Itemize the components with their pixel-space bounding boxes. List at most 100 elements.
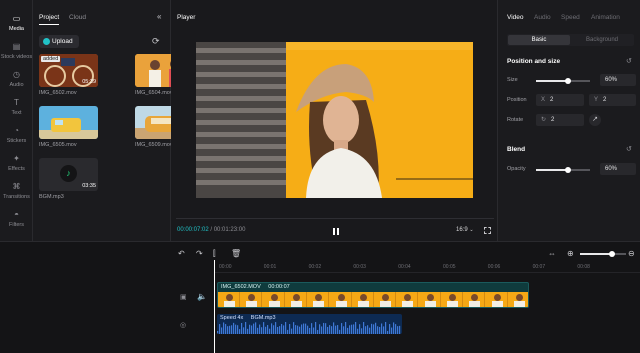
added-badge: added xyxy=(41,56,61,62)
playback-progress-track[interactable] xyxy=(176,218,494,219)
aspect-ratio-select[interactable]: 16:9 ⌄ xyxy=(456,227,474,233)
player-panel: Player 00:00:07:02 / 00:01:23:00 16:9 ⌄ xyxy=(171,0,498,241)
media-item-bgm[interactable]: ♪ 03:35 xyxy=(39,158,98,191)
video-clip[interactable]: IMG_6502.MOV 00:00:07 xyxy=(217,282,529,308)
upload-label: Upload xyxy=(52,38,73,45)
blend-reset-icon[interactable]: ↺ xyxy=(626,145,632,153)
video-clip-header: IMG_6502.MOV 00:00:07 xyxy=(221,284,290,290)
rotate-dial-icon[interactable]: ↗ xyxy=(589,114,601,126)
audio-clip-speed: Speed 4x xyxy=(220,315,244,321)
media-item-img-6502[interactable]: added 05:39 xyxy=(39,54,98,87)
position-y-value: 2 xyxy=(603,97,607,103)
tab-cloud[interactable]: Cloud xyxy=(69,14,86,21)
time-tick: 00:00 xyxy=(219,264,232,270)
size-slider-fill xyxy=(536,80,569,82)
media-item-name: IMG_6504.mov xyxy=(135,90,173,96)
rail-item-filters[interactable]: ◓ Filters xyxy=(0,210,33,236)
opacity-slider-knob[interactable] xyxy=(565,167,572,173)
opacity-slider[interactable] xyxy=(536,167,590,173)
total-time: / 00:01:23:00 xyxy=(210,227,246,233)
preview-image xyxy=(196,42,473,198)
filmstrip-frame xyxy=(351,292,374,307)
filmstrip-frame xyxy=(374,292,397,307)
rail-item-label: Stock videos xyxy=(0,54,33,60)
stock-videos-icon: ▤ xyxy=(12,42,21,51)
volume-icon[interactable]: 🔈 xyxy=(197,292,207,301)
transitions-icon: ⌘ xyxy=(12,182,21,191)
reset-icon[interactable]: ↺ xyxy=(626,57,632,65)
media-item-img-6505[interactable] xyxy=(39,106,98,139)
time-tick: 00:04 xyxy=(398,264,411,270)
text-icon: T xyxy=(14,98,19,107)
subtab-basic[interactable]: Basic xyxy=(508,35,570,45)
filmstrip-frame xyxy=(284,292,307,307)
video-clip-time: 00:00:07 xyxy=(268,284,290,290)
delete-icon[interactable]: 🗑 xyxy=(231,249,241,258)
timeline: ↶ ↷ ⫿ 🗑 ⇔ ⊕ ⊖ 00:00 00:01 00:02 00:03 00:04 0… xyxy=(0,241,640,353)
media-icon: ▭ xyxy=(12,14,21,23)
filmstrip-frame xyxy=(396,292,419,307)
rotate-label: Rotate xyxy=(507,117,524,123)
time-tick: 00:05 xyxy=(443,264,456,270)
filmstrip-frame xyxy=(262,292,285,307)
position-size-title: Position and size xyxy=(507,58,561,65)
filmstrip-frame xyxy=(218,292,240,307)
pause-icon[interactable] xyxy=(332,227,340,236)
player-title: Player xyxy=(177,14,196,21)
size-slider[interactable] xyxy=(536,78,590,84)
subtab-background[interactable]: Background xyxy=(571,35,633,45)
size-field[interactable]: 60% xyxy=(600,74,636,86)
zoom-slider[interactable] xyxy=(580,251,626,257)
video-filmstrip xyxy=(218,292,528,307)
fullscreen-icon[interactable] xyxy=(484,227,491,234)
playhead[interactable] xyxy=(214,260,215,353)
rail-item-stickers[interactable]: ◔ Stickers xyxy=(0,126,33,152)
redo-icon[interactable]: ↷ xyxy=(196,249,203,258)
subtab-group: Basic Background xyxy=(507,34,634,46)
tab-audio[interactable]: Audio xyxy=(534,14,551,21)
rail-item-transitions[interactable]: ⌘ Transitions xyxy=(0,182,33,208)
rotate-field[interactable]: ↻ 2 xyxy=(536,114,584,126)
undo-icon[interactable]: ↶ xyxy=(178,249,185,258)
video-clip-name: IMG_6502.MOV xyxy=(221,284,261,290)
tab-video[interactable]: Video xyxy=(507,14,524,21)
filmstrip-frame xyxy=(307,292,330,307)
split-icon[interactable]: ⫿ xyxy=(213,249,216,259)
tab-animation[interactable]: Animation xyxy=(591,14,620,21)
time-tick: 00:07 xyxy=(532,264,546,270)
size-slider-knob[interactable] xyxy=(565,78,572,84)
music-note-icon: ♪ xyxy=(60,165,77,182)
duration: 05:39 xyxy=(82,79,96,85)
zoom-slider-knob[interactable] xyxy=(609,251,615,257)
zoom-out-icon[interactable]: ⊖ xyxy=(628,249,635,258)
tab-project[interactable]: Project xyxy=(39,14,60,25)
rotate-icon: ↻ xyxy=(541,117,547,123)
audio-track-icon: ◎ xyxy=(180,322,187,329)
rail-item-text[interactable]: T Text xyxy=(0,98,33,124)
filmstrip-frame xyxy=(329,292,352,307)
upload-button[interactable]: Upload xyxy=(39,35,79,48)
video-preview[interactable] xyxy=(196,42,473,198)
position-label: Position xyxy=(507,97,527,103)
duration: 03:35 xyxy=(82,183,96,189)
filmstrip-frame xyxy=(240,292,263,307)
position-y-field[interactable]: Y2 xyxy=(589,94,636,106)
opacity-label: Opacity xyxy=(507,166,526,172)
audio-clip-header: Speed 4x BGM.mp3 xyxy=(220,315,276,321)
rail-item-media[interactable]: ▭ Media xyxy=(0,14,33,40)
rail-item-audio[interactable]: ◷ Audio xyxy=(0,70,33,96)
opacity-field[interactable]: 60% xyxy=(600,163,636,175)
media-item-name: IMG_6509.mov xyxy=(135,142,173,148)
snap-icon[interactable]: ⇔ xyxy=(548,249,556,258)
rail-item-effects[interactable]: ✦ Effects xyxy=(0,154,33,180)
x-axis-label: X xyxy=(541,97,546,103)
aspect-ratio-value: 16:9 xyxy=(456,227,468,233)
position-x-field[interactable]: X2 xyxy=(536,94,584,106)
audio-clip[interactable]: Speed 4x BGM.mp3 xyxy=(217,314,402,334)
rail-item-stock-videos[interactable]: ▤ Stock videos xyxy=(0,42,33,68)
collapse-panel-icon[interactable]: « xyxy=(157,12,161,21)
refresh-icon[interactable]: ⟳ xyxy=(152,36,160,47)
video-track-icon: ▣ xyxy=(180,294,187,301)
zoom-in-icon[interactable]: ⊕ xyxy=(567,249,574,258)
tab-speed[interactable]: Speed xyxy=(561,14,580,21)
